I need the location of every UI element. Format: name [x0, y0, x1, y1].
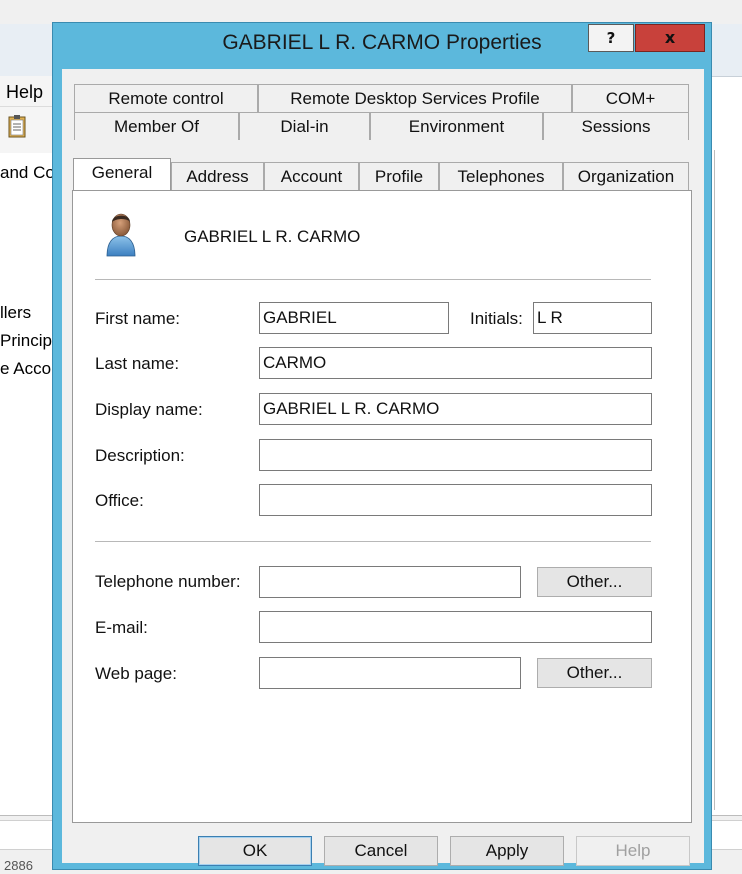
telephone-label: Telephone number: — [95, 572, 241, 591]
tab-com-plus[interactable]: COM+ — [572, 84, 689, 112]
properties-dialog: GABRIEL L R. CARMO Properties ? x Remote… — [52, 22, 712, 870]
email-label: E-mail: — [95, 618, 148, 637]
tab-general[interactable]: General — [73, 158, 171, 190]
webpage-label: Web page: — [95, 664, 177, 683]
close-button[interactable]: x — [635, 24, 705, 52]
general-tab-panel: GABRIEL L R. CARMO First name: GABRIEL I… — [72, 190, 692, 823]
background-list-pane — [714, 150, 742, 810]
first-name-field[interactable]: GABRIEL — [259, 302, 449, 334]
display-name-field[interactable]: GABRIEL L R. CARMO — [259, 393, 652, 425]
telephone-other-button[interactable]: Other... — [537, 567, 652, 597]
cancel-button[interactable]: Cancel — [324, 836, 438, 866]
background-tree-pane: and Co llers Princip e Acco — [0, 153, 60, 803]
office-label: Office: — [95, 491, 144, 510]
tab-sessions[interactable]: Sessions — [543, 112, 689, 140]
divider — [95, 279, 651, 280]
dialog-client-area: Remote control Remote Desktop Services P… — [62, 69, 704, 866]
apply-button[interactable]: Apply — [450, 836, 564, 866]
tab-account[interactable]: Account — [264, 162, 359, 190]
display-name-label: Display name: — [95, 400, 203, 419]
initials-label: Initials: — [470, 309, 523, 328]
tab-address[interactable]: Address — [171, 162, 264, 190]
telephone-field[interactable] — [259, 566, 521, 598]
user-icon — [106, 213, 136, 257]
tree-item[interactable]: Princip — [0, 331, 52, 351]
webpage-other-button[interactable]: Other... — [537, 658, 652, 688]
tab-profile[interactable]: Profile — [359, 162, 439, 190]
ok-button[interactable]: OK — [198, 836, 312, 866]
help-title-button[interactable]: ? — [588, 24, 634, 52]
first-name-label: First name: — [95, 309, 181, 328]
user-display-header: GABRIEL L R. CARMO — [184, 227, 361, 246]
help-button[interactable]: Help — [576, 836, 690, 866]
tab-environment[interactable]: Environment — [370, 112, 543, 140]
email-field[interactable] — [259, 611, 652, 643]
webpage-field[interactable] — [259, 657, 521, 689]
last-name-field[interactable]: CARMO — [259, 347, 652, 379]
tab-telephones[interactable]: Telephones — [439, 162, 563, 190]
tab-organization[interactable]: Organization — [563, 162, 689, 190]
menu-help[interactable]: Help — [6, 82, 43, 103]
divider — [95, 541, 651, 542]
tree-item[interactable]: and Co — [0, 163, 55, 183]
office-field[interactable] — [259, 484, 652, 516]
tab-member-of[interactable]: Member Of — [74, 112, 239, 140]
description-field[interactable] — [259, 439, 652, 471]
last-name-label: Last name: — [95, 354, 180, 373]
tab-remote-control[interactable]: Remote control — [74, 84, 258, 112]
tab-dial-in[interactable]: Dial-in — [239, 112, 370, 140]
tree-item[interactable]: e Acco — [0, 359, 51, 379]
tab-remote-desktop-services-profile[interactable]: Remote Desktop Services Profile — [258, 84, 572, 112]
description-label: Description: — [95, 446, 185, 465]
initials-field[interactable]: L R — [533, 302, 652, 334]
tree-item[interactable]: llers — [0, 303, 31, 323]
clipboard-icon[interactable] — [8, 114, 26, 138]
